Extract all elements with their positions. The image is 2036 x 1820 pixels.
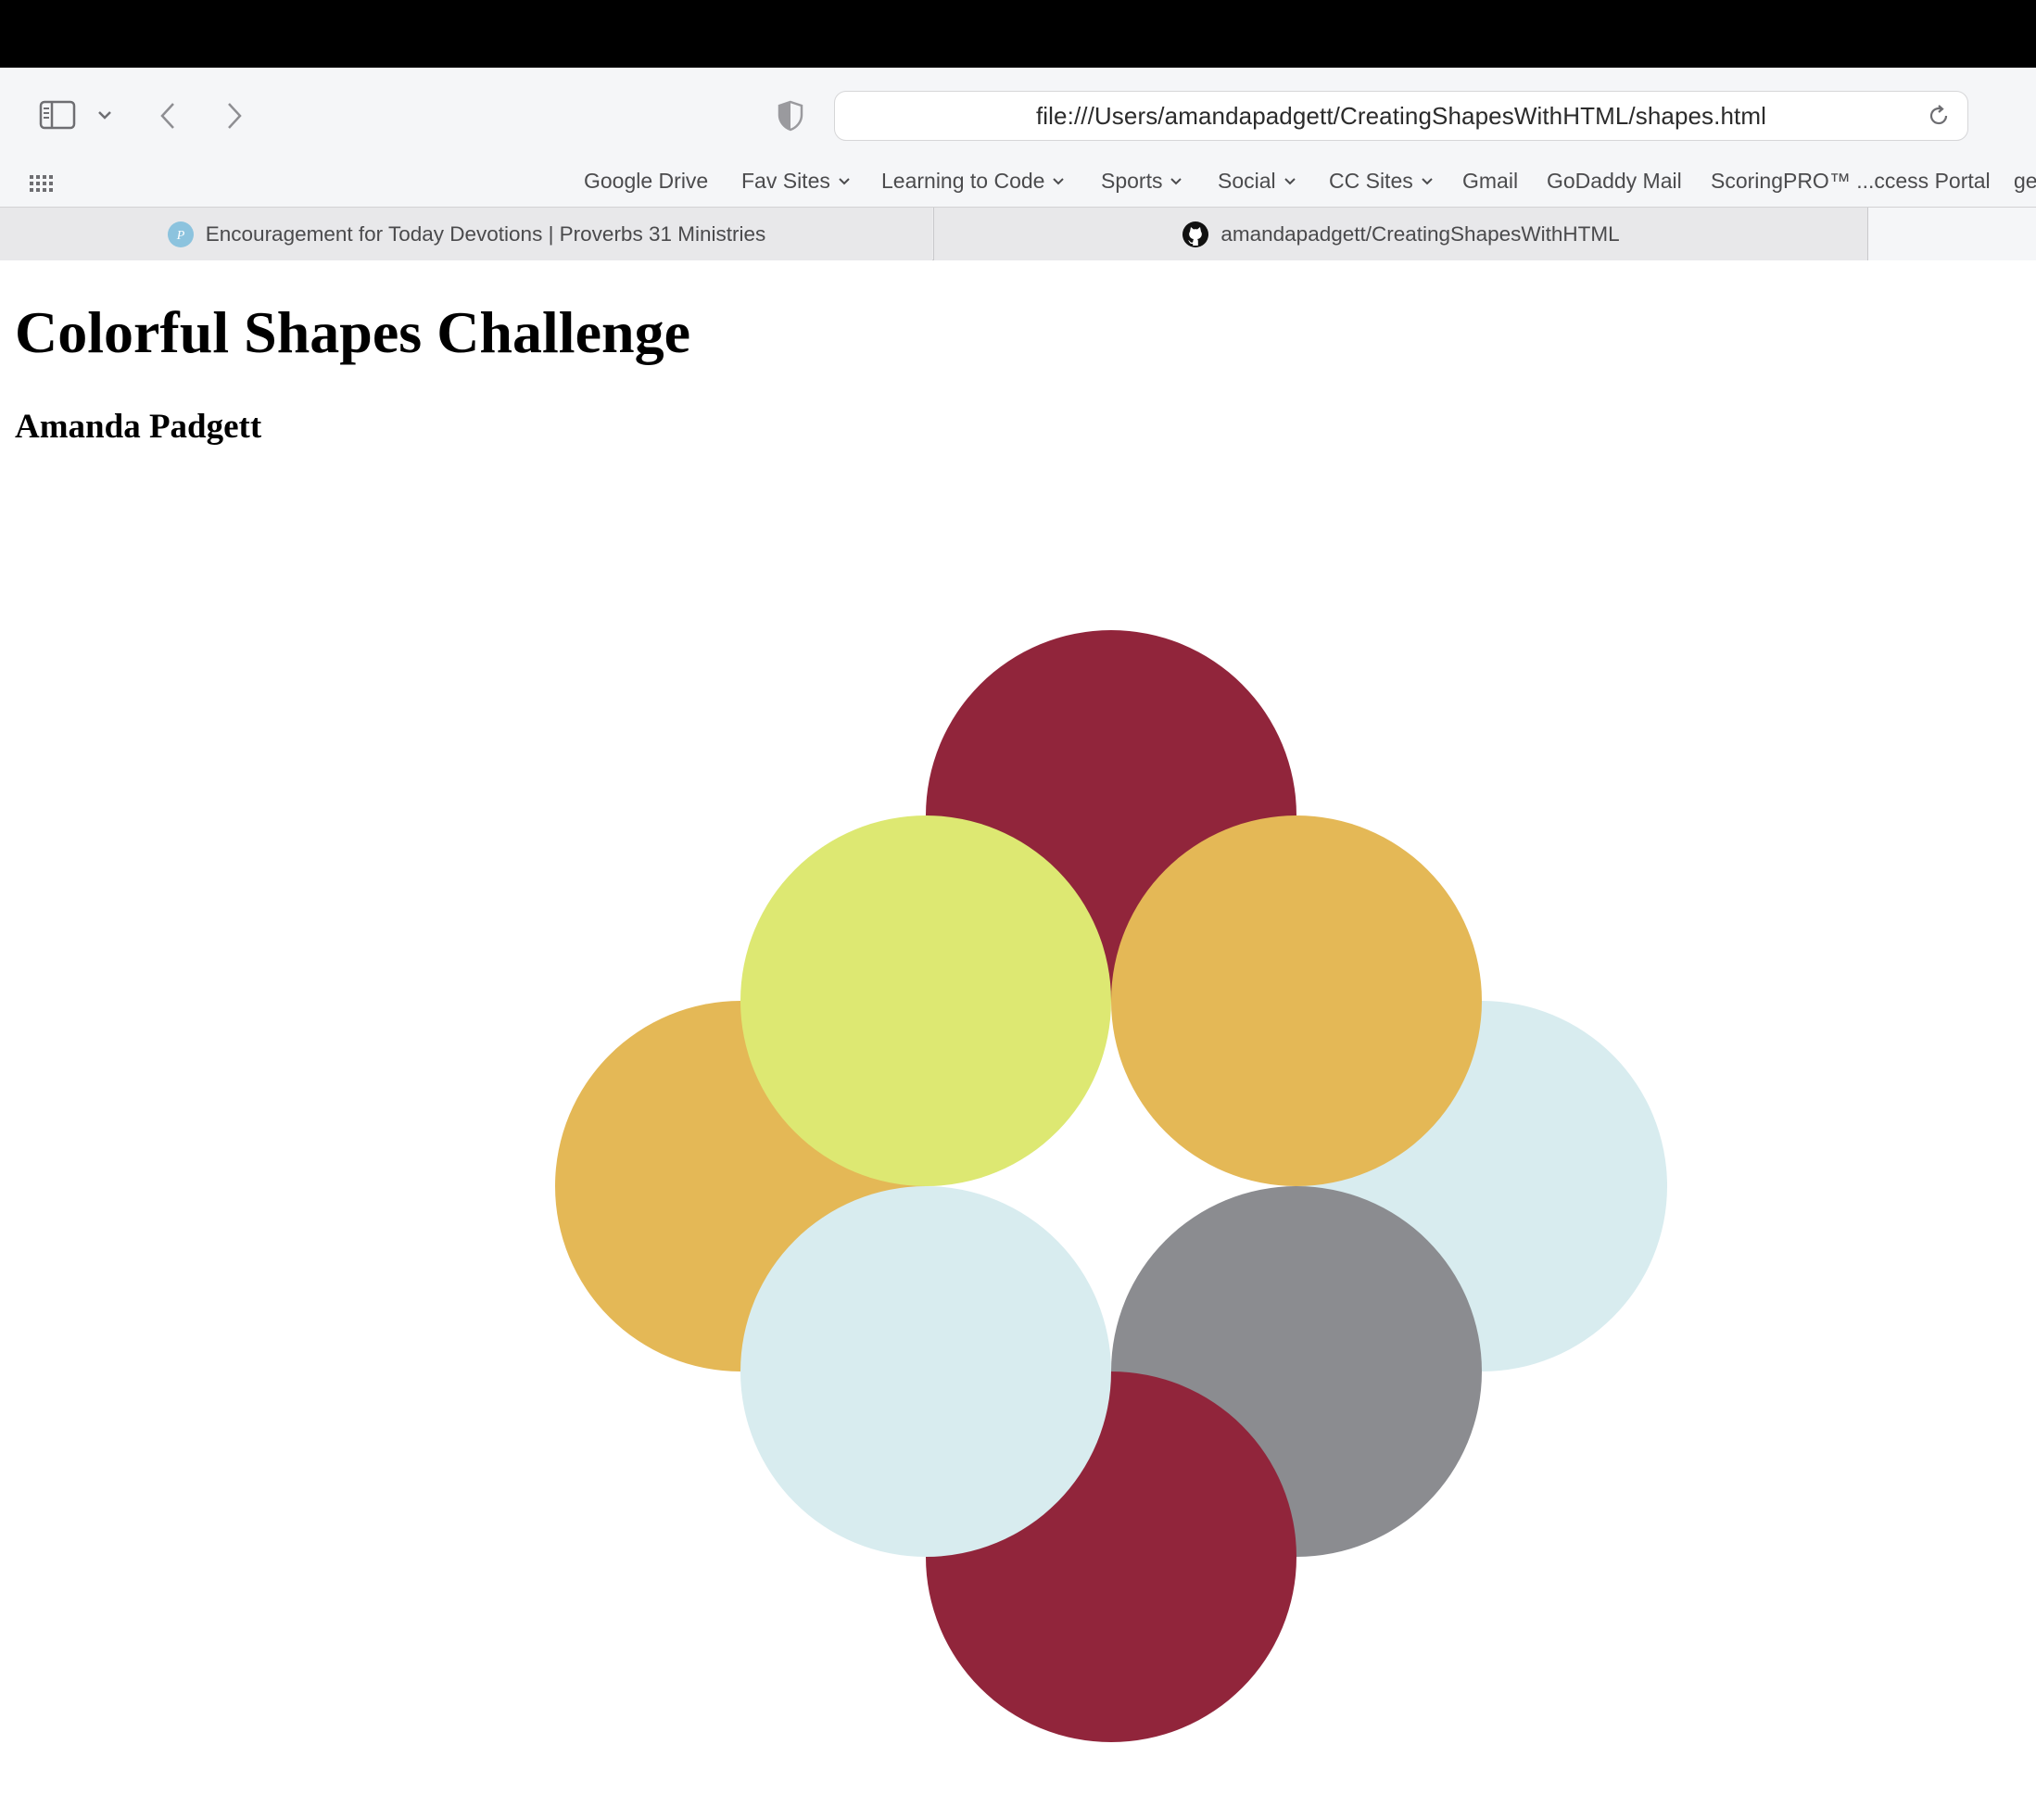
back-arrow-icon[interactable] xyxy=(154,99,182,133)
favorite-sports[interactable]: Sports xyxy=(1101,169,1182,194)
reload-icon[interactable] xyxy=(1925,102,1953,130)
tab-bar-empty-area[interactable] xyxy=(1867,208,2036,260)
circle-top-right xyxy=(1111,815,1482,1186)
favorite-scoringpro[interactable]: ScoringPRO™ ...ccess Portal xyxy=(1711,169,1991,194)
url-text: file:///Users/amandapadgett/CreatingShap… xyxy=(1035,101,1766,130)
chevron-down-icon xyxy=(1170,177,1182,184)
apps-grid-icon[interactable] xyxy=(28,171,54,196)
sidebar-toggle-icon[interactable] xyxy=(37,98,78,132)
favorite-social[interactable]: Social xyxy=(1218,169,1296,194)
tab-title: Encouragement for Today Devotions | Prov… xyxy=(205,221,766,246)
tab-github[interactable]: amandapadgett/CreatingShapesWithHTML xyxy=(933,208,1867,260)
sidebar-menu-chevron-down-icon[interactable] xyxy=(95,105,115,125)
browser-toolbar: file:///Users/amandapadgett/CreatingShap… xyxy=(0,68,2036,208)
page-title: Colorful Shapes Challenge xyxy=(15,299,690,365)
page-author: Amanda Padgett xyxy=(15,408,262,446)
favorite-truncated[interactable]: ge xyxy=(2014,169,2036,194)
github-icon xyxy=(1182,221,1209,247)
tab-proverbs31[interactable]: P Encouragement for Today Devotions | Pr… xyxy=(0,208,932,260)
forward-arrow-icon[interactable] xyxy=(221,99,248,133)
chevron-down-icon xyxy=(1422,177,1433,184)
chevron-down-icon xyxy=(1284,177,1296,184)
chevron-down-icon xyxy=(839,177,850,184)
favorite-gmail[interactable]: Gmail xyxy=(1462,169,1518,194)
proverbs31-favicon-icon: P xyxy=(167,221,194,247)
tab-bar: P Encouragement for Today Devotions | Pr… xyxy=(0,208,2036,260)
circle-bottom-left xyxy=(740,1186,1111,1557)
circle-top-left xyxy=(740,815,1111,1186)
privacy-shield-icon[interactable] xyxy=(775,98,806,133)
menu-bar-strip xyxy=(0,0,2036,68)
address-bar[interactable]: file:///Users/amandapadgett/CreatingShap… xyxy=(834,91,1968,141)
favorites-bar: Google Drive Fav Sites Learning to Code … xyxy=(0,163,2036,204)
page-content: Colorful Shapes Challenge Amanda Padgett xyxy=(0,261,2036,1820)
favorite-learning-to-code[interactable]: Learning to Code xyxy=(881,169,1065,194)
tab-title: amandapadgett/CreatingShapesWithHTML xyxy=(1220,221,1620,246)
chevron-down-icon xyxy=(1053,177,1065,184)
favorite-godaddy-mail[interactable]: GoDaddy Mail xyxy=(1547,169,1682,194)
favorite-cc-sites[interactable]: CC Sites xyxy=(1329,169,1434,194)
svg-text:P: P xyxy=(175,229,184,243)
favorite-google-drive[interactable]: Google Drive xyxy=(584,169,708,194)
favorite-fav-sites[interactable]: Fav Sites xyxy=(741,169,851,194)
